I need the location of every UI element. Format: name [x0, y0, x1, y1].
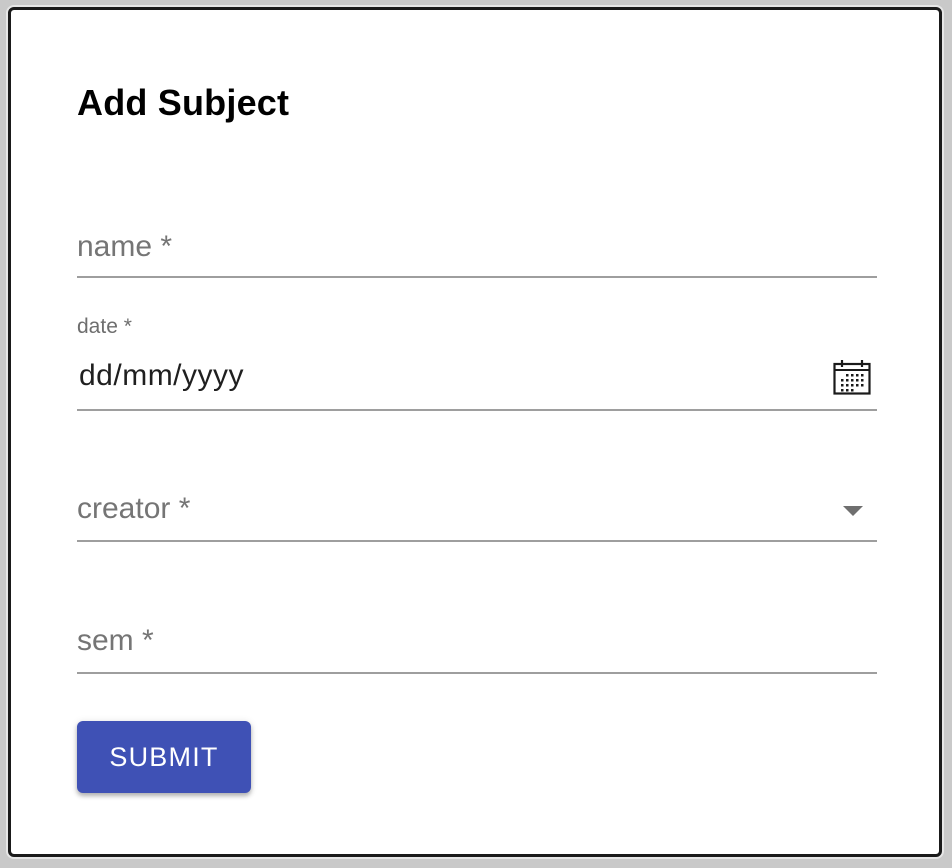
- date-field[interactable]: date * dd/mm/yyyy: [77, 315, 877, 411]
- name-field-placeholder: name *: [77, 230, 173, 263]
- calendar-icon[interactable]: [833, 359, 871, 395]
- date-field-underline: [77, 409, 877, 411]
- sem-field[interactable]: sem *: [77, 614, 877, 674]
- name-field[interactable]: name *: [77, 220, 877, 278]
- name-field-underline: [77, 276, 877, 278]
- date-field-label: date *: [77, 315, 132, 338]
- add-subject-dialog: Add Subject name * date * dd/mm/yyyy cre…: [8, 7, 942, 857]
- sem-field-placeholder: sem *: [77, 624, 154, 657]
- submit-button[interactable]: SUBMIT: [77, 721, 251, 793]
- sem-field-underline: [77, 672, 877, 674]
- date-field-value[interactable]: dd/mm/yyyy: [79, 359, 244, 393]
- creator-select-underline: [77, 540, 877, 542]
- creator-select-placeholder: creator *: [77, 492, 191, 525]
- creator-select[interactable]: creator *: [77, 480, 877, 542]
- dialog-title: Add Subject: [77, 82, 290, 123]
- chevron-down-icon[interactable]: [843, 506, 863, 516]
